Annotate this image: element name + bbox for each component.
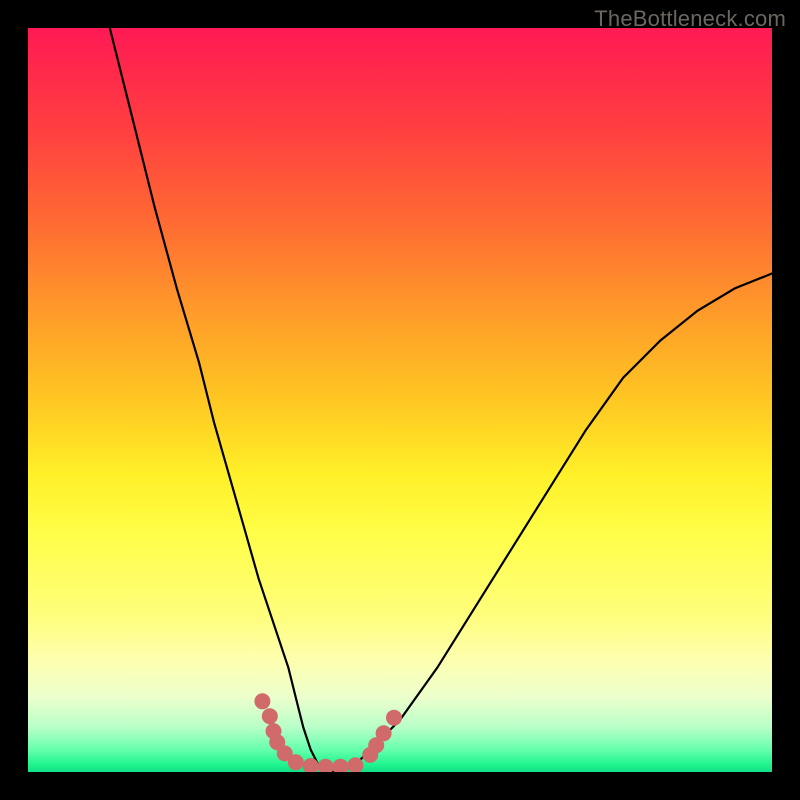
highlight-dot [386, 710, 402, 726]
highlight-dot [254, 693, 270, 709]
highlight-dot [262, 708, 278, 724]
bottleneck-curve-svg [28, 28, 772, 772]
watermark-text: TheBottleneck.com [594, 6, 786, 32]
highlight-dot [376, 725, 392, 741]
highlight-dot [318, 759, 334, 772]
plot-area [28, 28, 772, 772]
highlight-dots [254, 693, 402, 772]
highlight-dot [288, 754, 304, 770]
chart-frame: TheBottleneck.com [0, 0, 800, 800]
highlight-dot [333, 759, 349, 772]
bottleneck-curve [110, 28, 772, 772]
